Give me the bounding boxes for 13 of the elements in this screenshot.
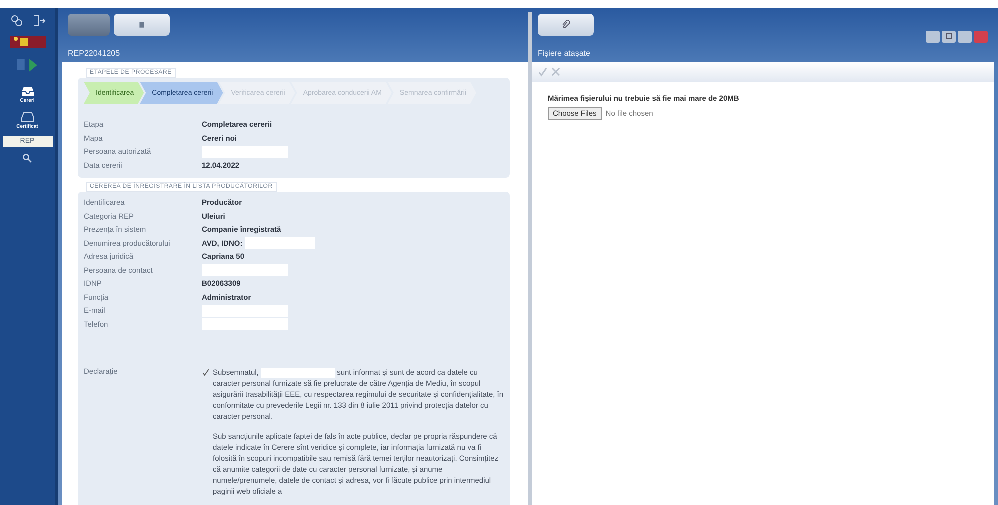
- exit-icon: [32, 14, 46, 28]
- paperclip-icon: [561, 20, 571, 30]
- window-tab[interactable]: [114, 14, 170, 36]
- brand-logo: [8, 34, 48, 50]
- window-tab[interactable]: [538, 14, 594, 36]
- window-title: Fișiere atașate: [538, 49, 592, 58]
- minimize-button[interactable]: [926, 30, 940, 42]
- window-title: REP22041205: [68, 49, 122, 58]
- window-icon: [946, 33, 952, 40]
- document-icon: [138, 20, 146, 30]
- restore-button[interactable]: [958, 30, 972, 42]
- maximize-button[interactable]: [942, 30, 956, 42]
- window-tab[interactable]: [68, 14, 110, 36]
